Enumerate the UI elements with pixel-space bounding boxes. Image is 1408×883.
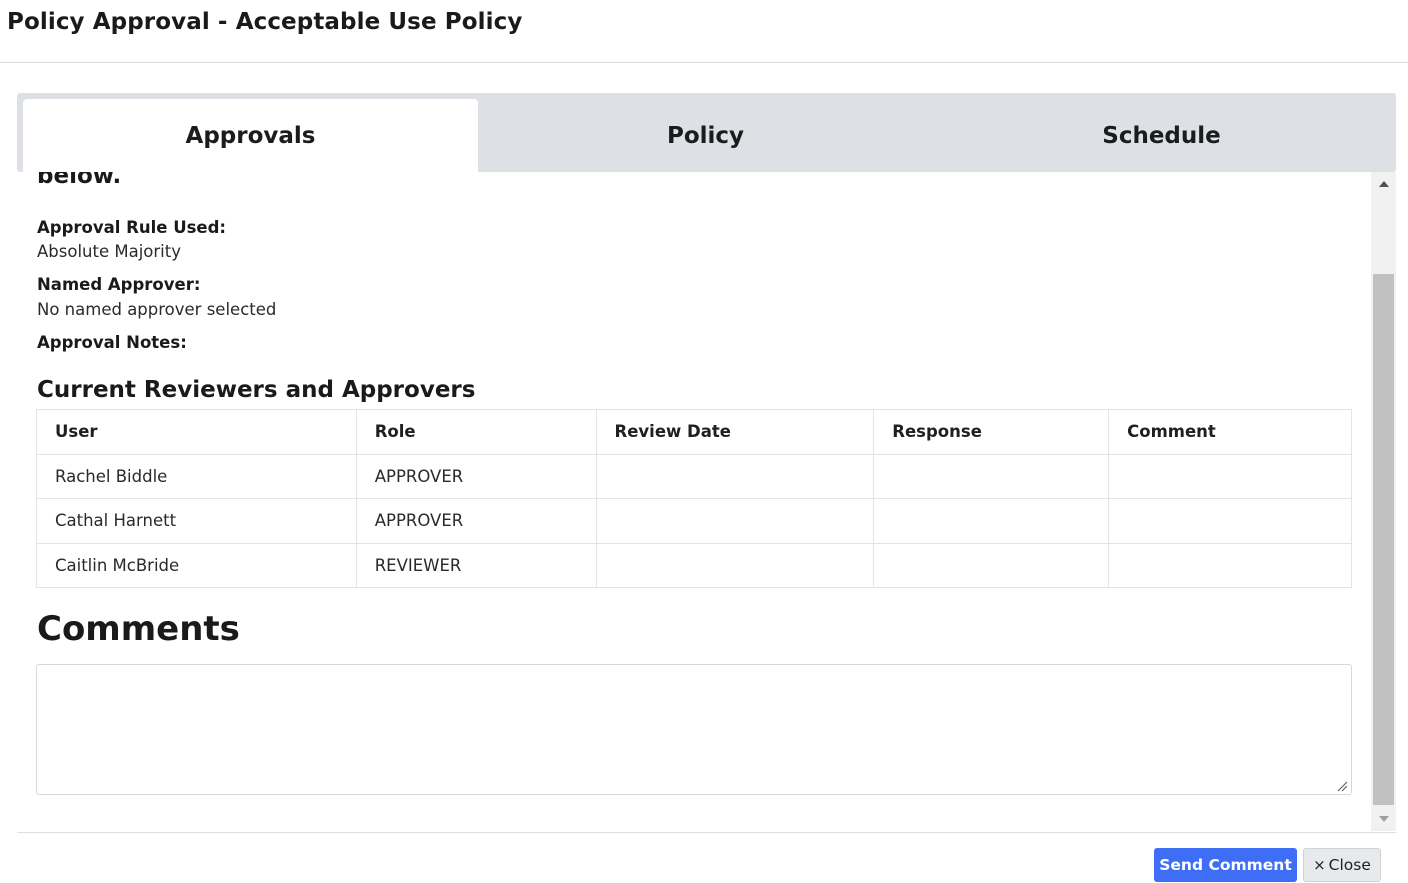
approval-notes-label: Approval Notes: [37, 333, 187, 352]
tab-approvals[interactable]: Approvals [23, 99, 478, 172]
cell-user: Cathal Harnett [36, 498, 357, 544]
approval-rule-value: Absolute Majority [37, 242, 181, 261]
table-row: Cathal Harnett APPROVER [36, 498, 1352, 544]
tab-schedule[interactable]: Schedule [934, 99, 1389, 172]
column-header-comment: Comment [1108, 409, 1352, 455]
close-button-label: Close [1328, 856, 1371, 874]
footer-divider [17, 832, 1396, 833]
scroll-thumb[interactable] [1373, 274, 1394, 805]
cell-role: APPROVER [355, 453, 597, 499]
reviewers-table: User Role Review Date Response Comment R… [36, 409, 1352, 588]
approvals-panel: below. Approval Rule Used: Absolute Majo… [17, 172, 1371, 831]
cell-role: REVIEWER [355, 542, 597, 588]
column-header-review-date: Review Date [595, 409, 875, 455]
send-comment-button[interactable]: Send Comment [1154, 848, 1297, 882]
table-row: Caitlin McBride REVIEWER [36, 542, 1352, 588]
scroll-up-button[interactable] [1371, 174, 1396, 194]
table-header-row: User Role Review Date Response Comment [36, 409, 1352, 455]
reviewers-title: Current Reviewers and Approvers [37, 377, 476, 403]
cell-review-date [595, 498, 875, 544]
page-title: Policy Approval - Acceptable Use Policy [7, 9, 523, 35]
close-button[interactable]: × Close [1303, 848, 1381, 882]
approval-rule-label: Approval Rule Used: [37, 218, 227, 237]
cell-user: Rachel Biddle [36, 453, 357, 499]
cell-role: APPROVER [355, 498, 597, 544]
named-approver-label: Named Approver: [37, 275, 201, 294]
comment-textarea[interactable] [36, 664, 1352, 795]
cell-review-date [595, 453, 875, 499]
table-row: Rachel Biddle APPROVER [36, 453, 1352, 499]
cell-response [873, 453, 1110, 499]
cell-response [873, 542, 1110, 588]
dialog-header: Policy Approval - Acceptable Use Policy [0, 0, 1408, 63]
cell-review-date [595, 542, 875, 588]
cell-comment [1108, 498, 1352, 544]
column-header-user: User [36, 409, 357, 455]
named-approver-value: No named approver selected [37, 300, 277, 319]
tab-bar: Approvals Policy Schedule [17, 93, 1396, 172]
tab-policy[interactable]: Policy [478, 99, 933, 172]
section-heading-partial: below. [37, 172, 122, 189]
vertical-scrollbar[interactable] [1371, 172, 1396, 831]
triangle-up-icon [1378, 181, 1389, 187]
triangle-down-icon [1378, 816, 1389, 822]
cell-comment [1108, 542, 1352, 588]
comments-title: Comments [37, 609, 240, 649]
scroll-down-button[interactable] [1371, 809, 1396, 829]
resize-grip-icon[interactable] [1336, 780, 1348, 792]
column-header-role: Role [355, 409, 597, 455]
cell-user: Caitlin McBride [36, 542, 357, 588]
cell-comment [1108, 453, 1352, 499]
close-icon: × [1313, 856, 1326, 874]
column-header-response: Response [873, 409, 1110, 455]
cell-response [873, 498, 1110, 544]
